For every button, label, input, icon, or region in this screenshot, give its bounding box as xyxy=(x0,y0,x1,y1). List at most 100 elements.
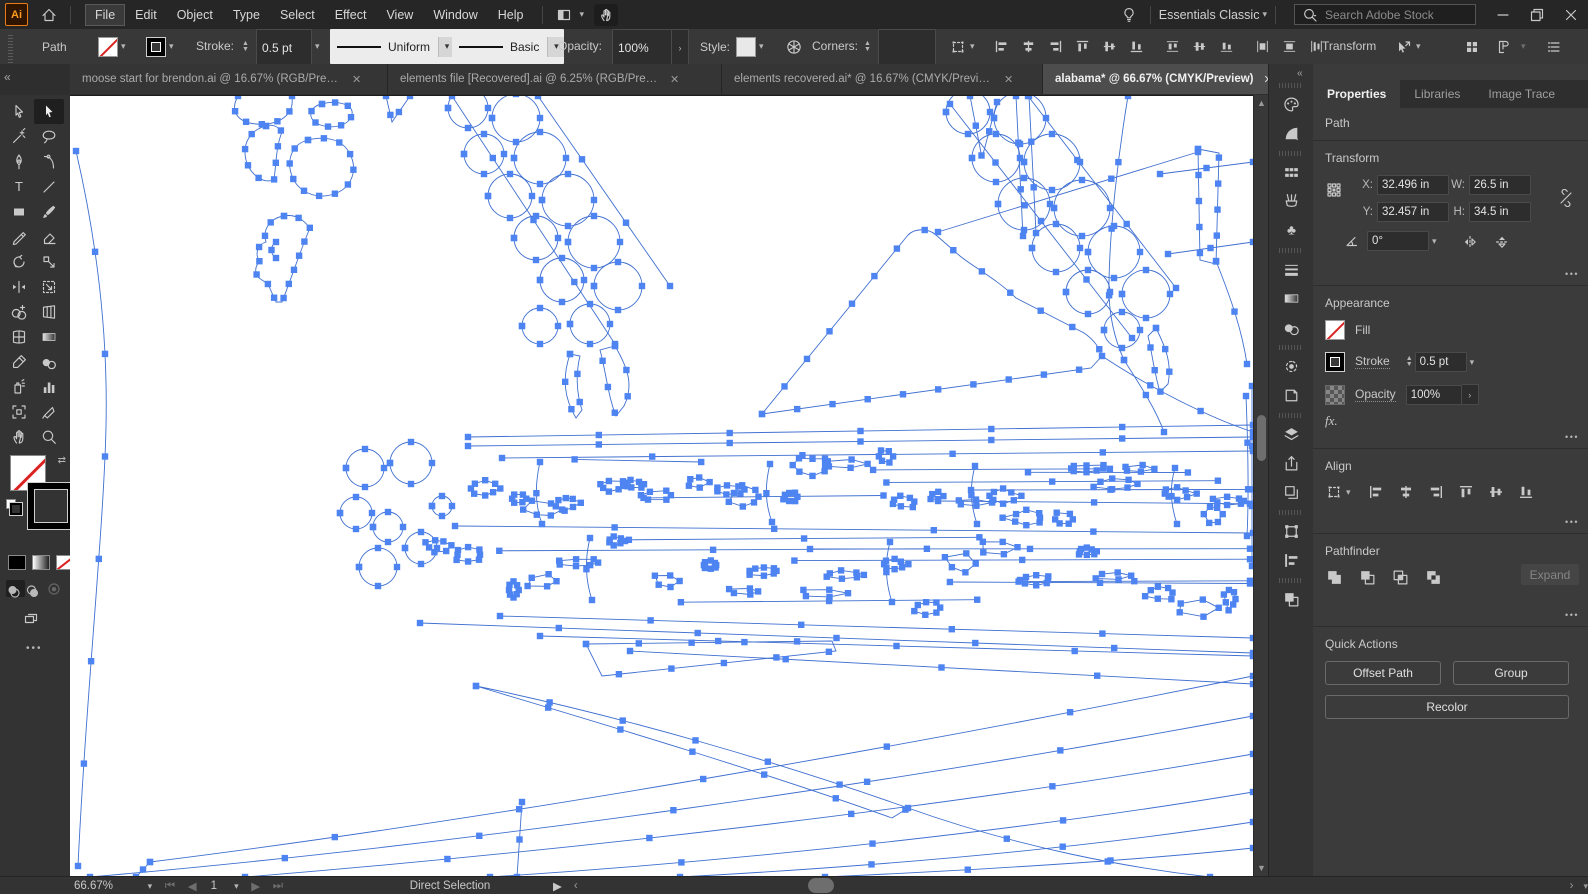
stroke-link-label[interactable]: Stroke xyxy=(1355,355,1390,369)
zoom-dropdown-icon[interactable]: ▾ xyxy=(148,881,153,892)
align-bottom-icon[interactable] xyxy=(1517,483,1535,501)
align-center-icon[interactable] xyxy=(1397,483,1415,501)
swap-fill-stroke-icon[interactable]: ⇄ xyxy=(58,455,66,466)
tool-paintbrush[interactable] xyxy=(34,199,64,224)
appearance-stroke-field[interactable]: 0.5 pt xyxy=(1415,352,1467,372)
scroll-down-icon[interactable]: ▼ xyxy=(1254,863,1269,873)
pathfinder-minus-front-icon[interactable] xyxy=(1358,568,1377,587)
align-middle-icon[interactable] xyxy=(1487,483,1505,501)
pathfinder-unite-icon[interactable] xyxy=(1325,568,1344,587)
tab-properties[interactable]: Properties xyxy=(1313,80,1400,108)
anchor-point-options-icon[interactable]: ▾ xyxy=(949,29,975,64)
tool-rectangle[interactable] xyxy=(4,199,34,224)
corners-label[interactable]: Corners: xyxy=(812,29,858,65)
panel-menu-icon[interactable] xyxy=(1545,29,1563,64)
tool-line[interactable] xyxy=(34,174,64,199)
dock-scroll-more-icon[interactable]: ▾ xyxy=(1584,881,1588,892)
align-right-icon[interactable] xyxy=(1427,483,1445,501)
home-icon[interactable] xyxy=(36,4,62,26)
expand-panels-icon[interactable]: ‹‹ xyxy=(1297,68,1302,79)
panel-icon-brushes[interactable] xyxy=(1269,187,1313,216)
panel-icon-swatches[interactable] xyxy=(1269,158,1313,187)
panel-icon-transparency[interactable] xyxy=(1269,313,1313,342)
tool-scale[interactable] xyxy=(34,249,64,274)
menu-select[interactable]: Select xyxy=(270,4,325,26)
opacity-field[interactable]: 100% xyxy=(612,29,672,66)
align-alignM-icon[interactable] xyxy=(1101,38,1118,55)
w-field[interactable]: 26.5 in xyxy=(1469,175,1531,195)
tab-image-trace[interactable]: Image Trace xyxy=(1474,80,1569,108)
menu-file[interactable]: File xyxy=(85,4,125,26)
tool-pen[interactable] xyxy=(4,149,34,174)
tool-rotate[interactable] xyxy=(4,249,34,274)
angle-field[interactable]: 0° xyxy=(1367,231,1429,251)
align-left-icon[interactable] xyxy=(1367,483,1385,501)
discover-lightbulb-icon[interactable] xyxy=(1116,4,1142,26)
tool-symbol-sprayer[interactable] xyxy=(4,374,34,399)
panel-icon-appearance[interactable] xyxy=(1269,352,1313,381)
restore-button[interactable] xyxy=(1520,0,1554,29)
close-button[interactable] xyxy=(1554,0,1588,29)
stroke-weight-stepper[interactable]: ▲▼ xyxy=(242,29,251,64)
align-spcV-icon[interactable] xyxy=(1281,38,1298,55)
stroke-color-swatch[interactable]: ▾ xyxy=(146,29,174,64)
menu-object[interactable]: Object xyxy=(167,4,223,26)
opacity-swatch[interactable] xyxy=(1325,385,1345,405)
flip-vertical-icon[interactable] xyxy=(1493,233,1511,251)
tool-graph[interactable] xyxy=(34,374,64,399)
align-distM-icon[interactable] xyxy=(1191,38,1208,55)
panel-icon-color[interactable] xyxy=(1269,90,1313,119)
pathfinder-exclude-icon[interactable] xyxy=(1424,568,1443,587)
change-screen-mode-icon[interactable] xyxy=(22,610,40,628)
tool-mesh[interactable] xyxy=(4,324,34,349)
more-options-icon[interactable]: ••• xyxy=(1565,432,1579,442)
chevron-down-icon[interactable]: ▾ xyxy=(315,29,320,64)
gradient-button[interactable] xyxy=(32,555,50,570)
flip-horizontal-icon[interactable] xyxy=(1461,233,1479,251)
panel-icon-graphic-styles[interactable] xyxy=(1269,381,1313,410)
fill-color-swatch[interactable]: ▾ xyxy=(98,29,126,64)
tool-perspective-grid[interactable] xyxy=(34,299,64,324)
align-alignL-icon[interactable] xyxy=(993,38,1010,55)
stroke-weight-label[interactable]: Stroke: xyxy=(196,29,234,65)
stroke-weight-field[interactable]: 0.5 pt xyxy=(256,29,312,66)
tool-shape-builder[interactable] xyxy=(4,299,34,324)
menu-effect[interactable]: Effect xyxy=(325,4,377,26)
menu-type[interactable]: Type xyxy=(223,4,270,26)
artboard-number-field[interactable]: 1 xyxy=(211,880,217,892)
appearance-stroke-swatch[interactable] xyxy=(1325,352,1345,372)
appearance-fill-swatch[interactable] xyxy=(1325,320,1345,340)
align-alignR-icon[interactable] xyxy=(1047,38,1064,55)
pathfinder-intersect-icon[interactable] xyxy=(1391,568,1410,587)
panel-icon-transform[interactable] xyxy=(1269,517,1313,546)
align-spcH-icon[interactable] xyxy=(1254,38,1271,55)
document-tab-3[interactable]: elements recovered.ai* @ 16.67% (CMYK/Pr… xyxy=(722,64,1043,94)
recolor-artwork-icon[interactable] xyxy=(785,29,803,64)
tool-blend[interactable] xyxy=(34,349,64,374)
share-document-icon[interactable] xyxy=(1495,29,1513,64)
panel-icon-pathfinder[interactable] xyxy=(1269,585,1313,614)
align-alignB-icon[interactable] xyxy=(1128,38,1145,55)
fx-button[interactable]: fx. xyxy=(1325,413,1577,429)
tool-free-transform[interactable] xyxy=(34,274,64,299)
panel-icon-stroke[interactable] xyxy=(1269,255,1313,284)
tool-shaper[interactable] xyxy=(4,224,34,249)
appearance-opacity-field[interactable]: 100% xyxy=(1406,385,1462,405)
offset-path-button[interactable]: Offset Path xyxy=(1325,661,1441,685)
tool-width[interactable] xyxy=(4,274,34,299)
panel-icon-color-guide[interactable] xyxy=(1269,119,1313,148)
close-tab-icon[interactable]: ✕ xyxy=(670,73,679,86)
tool-direct-selection[interactable] xyxy=(34,99,64,124)
align-reference-icon[interactable]: ▾ xyxy=(1325,483,1351,501)
panel-icon-artboards[interactable] xyxy=(1269,478,1313,507)
graphic-style-swatch[interactable]: ▾ xyxy=(736,29,764,64)
align-alignT-icon[interactable] xyxy=(1074,38,1091,55)
panel-icon-asset-export[interactable] xyxy=(1269,449,1313,478)
align-distB-icon[interactable] xyxy=(1218,38,1235,55)
tool-artboard[interactable] xyxy=(4,399,34,424)
tool-zoom[interactable] xyxy=(34,424,64,449)
more-options-icon[interactable]: ••• xyxy=(1565,610,1579,620)
menu-view[interactable]: View xyxy=(376,4,423,26)
align-alignC-icon[interactable] xyxy=(1020,38,1037,55)
opacity-arrow-button[interactable]: › xyxy=(1462,384,1479,405)
